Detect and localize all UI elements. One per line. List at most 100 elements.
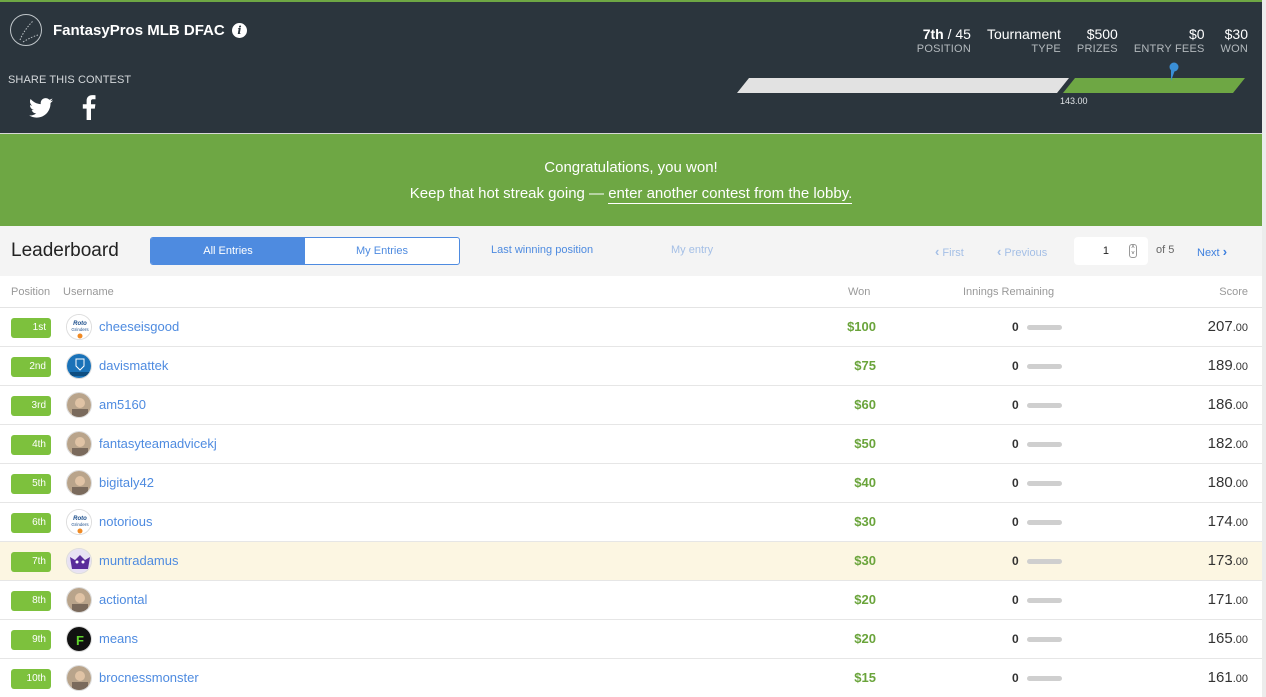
progress-below-cashline bbox=[737, 78, 1069, 93]
innings-progress-bar bbox=[1027, 520, 1062, 525]
avatar bbox=[66, 353, 92, 379]
tab-my-entries[interactable]: My Entries bbox=[305, 238, 459, 264]
score-integer: 165 bbox=[1207, 630, 1233, 647]
table-row[interactable]: 9th Fmeans $20 0 165.00 bbox=[0, 620, 1262, 659]
innings-remaining-value: 0 bbox=[1012, 359, 1019, 373]
score-decimal: .00 bbox=[1232, 595, 1248, 607]
username-link[interactable]: davismattek bbox=[99, 358, 168, 373]
info-icon[interactable]: i bbox=[232, 23, 247, 38]
cashline-score-label: 143.00 bbox=[1060, 96, 1088, 106]
score-value: 173.00 bbox=[1208, 552, 1248, 569]
innings-remaining-value: 0 bbox=[1012, 476, 1019, 490]
stat-won: $30 WON bbox=[1220, 26, 1248, 55]
col-position[interactable]: Position bbox=[11, 286, 50, 298]
innings-remaining-value: 0 bbox=[1012, 632, 1019, 646]
tab-all-entries[interactable]: All Entries bbox=[151, 238, 305, 264]
facebook-icon[interactable] bbox=[82, 95, 96, 120]
pager-next-button[interactable]: Next › bbox=[1197, 244, 1227, 259]
score-decimal: .00 bbox=[1232, 361, 1248, 373]
score-value: 171.00 bbox=[1208, 591, 1248, 608]
winnings-amount: $40 bbox=[854, 475, 876, 490]
svg-text:Grinders: Grinders bbox=[71, 522, 89, 527]
chevron-left-icon: ‹ bbox=[997, 244, 1002, 259]
page-number-field: ˄˅ bbox=[1074, 237, 1148, 265]
score-integer: 186 bbox=[1207, 396, 1233, 413]
avatar bbox=[66, 548, 92, 574]
username-link[interactable]: notorious bbox=[99, 514, 152, 529]
page-stepper[interactable]: ˄ ˅ bbox=[1129, 244, 1137, 258]
username-link[interactable]: fantasyteamadvicekj bbox=[99, 436, 217, 451]
score-integer: 173 bbox=[1207, 552, 1233, 569]
twitter-icon[interactable] bbox=[29, 98, 53, 118]
score-value: 182.00 bbox=[1208, 435, 1248, 452]
username-link[interactable]: am5160 bbox=[99, 397, 146, 412]
my-entry-link[interactable]: My entry bbox=[671, 244, 713, 256]
col-score[interactable]: Score bbox=[1219, 286, 1248, 298]
pager-first-button[interactable]: ‹ First bbox=[935, 244, 964, 259]
innings-remaining-value: 0 bbox=[1012, 398, 1019, 412]
innings-remaining-value: 0 bbox=[1012, 671, 1019, 685]
my-score-marker-icon bbox=[1169, 62, 1179, 81]
contest-header: FantasyPros MLB DFAC i SHARE THIS CONTES… bbox=[0, 0, 1262, 134]
rank-badge: 6th bbox=[11, 513, 51, 533]
score-value: 207.00 bbox=[1208, 318, 1248, 335]
username-link[interactable]: cheeseisgood bbox=[99, 319, 179, 334]
winnings-amount: $60 bbox=[854, 397, 876, 412]
leaderboard-title: Leaderboard bbox=[11, 240, 119, 261]
scrollbar-track[interactable] bbox=[1262, 0, 1266, 697]
username-link[interactable]: brocnessmonster bbox=[99, 670, 199, 685]
last-winning-position-link[interactable]: Last winning position bbox=[491, 244, 593, 256]
lobby-prompt-text: Keep that hot streak going — bbox=[409, 185, 609, 202]
stat-prizes: $500 PRIZES bbox=[1076, 26, 1118, 55]
page-number-input[interactable] bbox=[1074, 237, 1124, 265]
pager-previous-button[interactable]: ‹ Previous bbox=[997, 244, 1047, 259]
winnings-amount: $20 bbox=[854, 592, 876, 607]
rank-badge: 3rd bbox=[11, 396, 51, 416]
score-value: 180.00 bbox=[1208, 474, 1248, 491]
progress-above-cashline bbox=[1063, 78, 1245, 93]
innings-remaining-value: 0 bbox=[1012, 593, 1019, 607]
innings-progress-bar bbox=[1027, 481, 1062, 486]
rank-badge: 7th bbox=[11, 552, 51, 572]
table-row[interactable]: 8th actiontal $20 0 171.00 bbox=[0, 581, 1262, 620]
table-row[interactable]: 4th fantasyteamadvicekj $50 0 182.00 bbox=[0, 425, 1262, 464]
col-username[interactable]: Username bbox=[63, 286, 114, 298]
col-won[interactable]: Won bbox=[848, 286, 870, 298]
rank-badge: 2nd bbox=[11, 357, 51, 377]
col-innings-remaining[interactable]: Innings Remaining bbox=[963, 286, 1054, 298]
username-link[interactable]: actiontal bbox=[99, 592, 147, 607]
leaderboard-toolbar: Leaderboard All Entries My Entries Last … bbox=[0, 226, 1262, 276]
lobby-prompt: Keep that hot streak going — enter anoth… bbox=[0, 185, 1262, 204]
table-row[interactable]: 10th brocnessmonster $15 0 161.00 bbox=[0, 659, 1262, 697]
score-value: 161.00 bbox=[1208, 669, 1248, 686]
table-row[interactable]: 5th bigitaly42 $40 0 180.00 bbox=[0, 464, 1262, 503]
table-row[interactable]: 3rd am5160 $60 0 186.00 bbox=[0, 386, 1262, 425]
baseball-icon bbox=[10, 14, 42, 46]
win-banner: Congratulations, you won! Keep that hot … bbox=[0, 134, 1262, 226]
chevron-left-icon: ‹ bbox=[935, 244, 940, 259]
lobby-link[interactable]: enter another contest from the lobby. bbox=[608, 185, 853, 204]
score-integer: 171 bbox=[1207, 591, 1233, 608]
table-row[interactable]: 2nd davismattek $75 0 189.00 bbox=[0, 347, 1262, 386]
winnings-amount: $75 bbox=[854, 358, 876, 373]
stat-position: 7th / 45 POSITION bbox=[916, 26, 971, 55]
innings-remaining-value: 0 bbox=[1012, 554, 1019, 568]
table-row-my-entry[interactable]: 7th muntradamus $30 0 173.00 bbox=[0, 542, 1262, 581]
username-link[interactable]: bigitaly42 bbox=[99, 475, 154, 490]
svg-text:F: F bbox=[76, 633, 84, 648]
stat-type: Tournament TYPE bbox=[986, 26, 1061, 55]
score-decimal: .00 bbox=[1232, 322, 1248, 334]
score-value: 189.00 bbox=[1208, 357, 1248, 374]
table-row[interactable]: 6th Roto Grinders notorious $30 0 174.00 bbox=[0, 503, 1262, 542]
score-value: 186.00 bbox=[1208, 396, 1248, 413]
table-row[interactable]: 1st Roto Grinders cheeseisgood $100 0 207.00 bbox=[0, 308, 1262, 347]
innings-remaining-value: 0 bbox=[1012, 320, 1019, 334]
innings-progress-bar bbox=[1027, 325, 1062, 330]
rank-badge: 8th bbox=[11, 591, 51, 611]
winnings-amount: $30 bbox=[854, 553, 876, 568]
username-link[interactable]: means bbox=[99, 631, 138, 646]
avatar bbox=[66, 665, 92, 691]
username-link[interactable]: muntradamus bbox=[99, 553, 178, 568]
score-decimal: .00 bbox=[1232, 478, 1248, 490]
pager-next-label: Next bbox=[1197, 247, 1220, 259]
